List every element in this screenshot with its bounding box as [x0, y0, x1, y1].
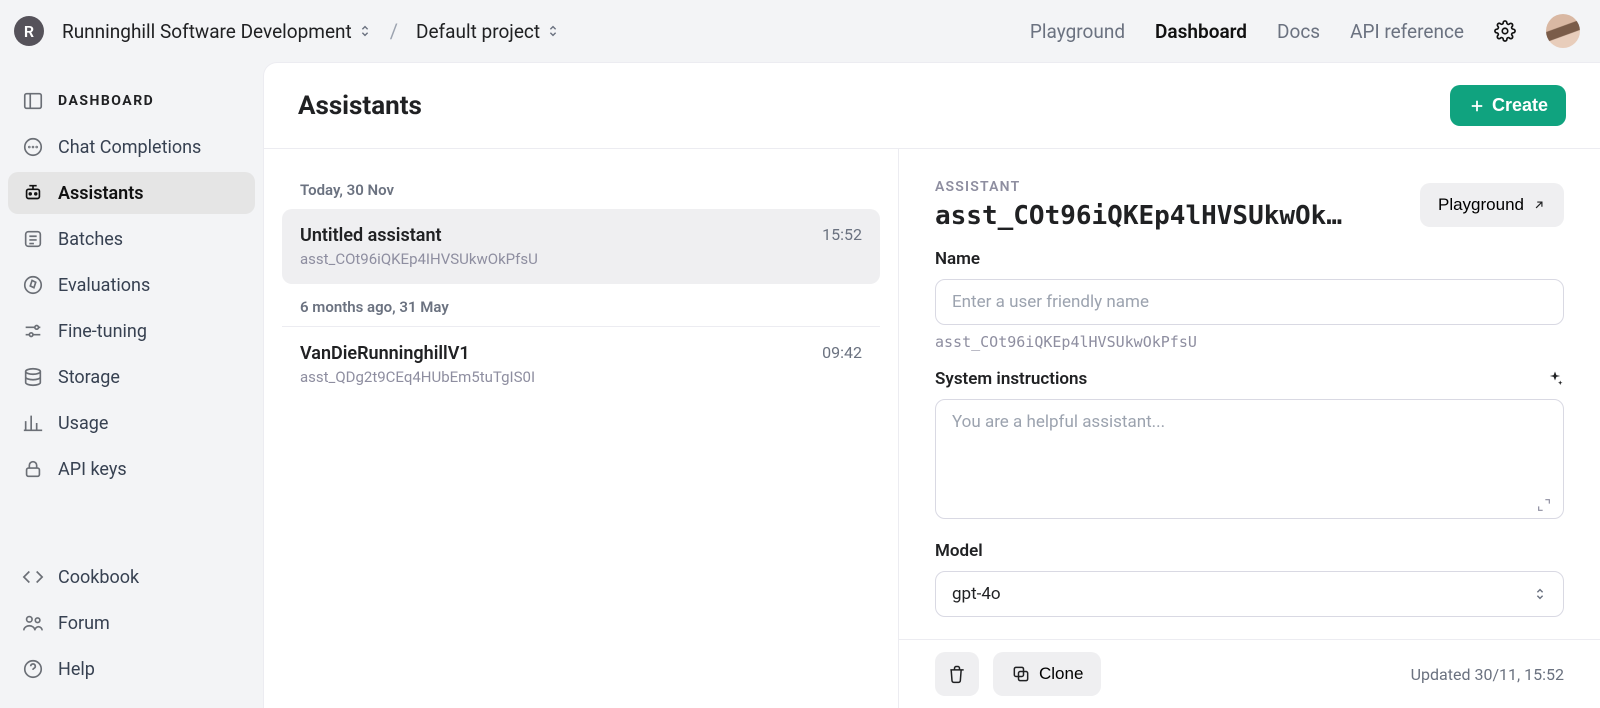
- chevron-up-down-icon: [1533, 587, 1547, 601]
- lock-icon: [22, 458, 44, 480]
- sidebar-item-label: Forum: [58, 613, 110, 634]
- org-avatar[interactable]: R: [14, 16, 44, 46]
- breadcrumb-org[interactable]: Runninghill Software Development: [54, 16, 380, 47]
- sidebar-item-label: Evaluations: [58, 275, 150, 296]
- list-group-label: 6 months ago, 31 May: [282, 284, 880, 326]
- trash-icon: [947, 664, 967, 684]
- name-hint: asst_COt96iQKEp4lHVSUkwOkPfsU: [935, 333, 1564, 351]
- topnav: Playground Dashboard Docs API reference: [1030, 14, 1580, 48]
- assistant-name: VanDieRunninghillV1: [300, 343, 535, 364]
- name-label: Name: [935, 249, 1564, 269]
- database-icon: [22, 366, 44, 388]
- assistant-time: 09:42: [822, 343, 862, 362]
- sidebar-item-label: Assistants: [58, 183, 144, 204]
- sidebar-item-label: Chat Completions: [58, 137, 201, 158]
- assistant-id: asst_COt96iQKEp4IHVSUkwOkPfsU: [300, 250, 538, 268]
- assistant-detail: ASSISTANT asst_COt96iQKEp4lHVSUkwOk… Pla…: [899, 149, 1600, 708]
- sidebar-item-label: API keys: [58, 459, 127, 480]
- panel-icon: [22, 90, 44, 112]
- help-icon: [22, 658, 44, 680]
- open-playground-label: Playground: [1438, 195, 1524, 215]
- sidebar-item-fine-tuning[interactable]: Fine-tuning: [8, 310, 255, 352]
- detail-assistant-id: asst_COt96iQKEp4lHVSUkwOk…: [935, 201, 1342, 231]
- sidebar-item-label: Cookbook: [58, 567, 139, 588]
- sidebar-header-label: DASHBOARD: [58, 93, 154, 109]
- sidebar-item-batches[interactable]: Batches: [8, 218, 255, 260]
- system-instructions-label: System instructions: [935, 369, 1564, 389]
- create-button[interactable]: Create: [1450, 85, 1566, 126]
- nav-api-reference[interactable]: API reference: [1350, 20, 1464, 43]
- sliders-icon: [22, 320, 44, 342]
- sidebar-header[interactable]: DASHBOARD: [8, 80, 255, 122]
- list-icon: [22, 228, 44, 250]
- updated-timestamp: Updated 30/11, 15:52: [1411, 665, 1564, 684]
- sidebar-item-help[interactable]: Help: [8, 648, 255, 690]
- name-input[interactable]: [935, 279, 1564, 325]
- sidebar-item-label: Help: [58, 659, 95, 680]
- delete-button[interactable]: [935, 652, 979, 696]
- users-icon: [22, 612, 44, 634]
- gear-icon[interactable]: [1494, 20, 1516, 42]
- sidebar-item-label: Usage: [58, 413, 108, 434]
- sidebar-item-forum[interactable]: Forum: [8, 602, 255, 644]
- assistant-time: 15:52: [822, 225, 862, 244]
- sidebar-item-label: Fine-tuning: [58, 321, 147, 342]
- model-select[interactable]: gpt-4o: [935, 571, 1564, 617]
- breadcrumb-org-label: Runninghill Software Development: [62, 20, 352, 43]
- model-select-value: gpt-4o: [952, 584, 1001, 604]
- main-header: Assistants Create: [264, 63, 1600, 149]
- assistant-list: Today, 30 Nov Untitled assistant asst_CO…: [264, 149, 899, 708]
- sidebar-item-label: Storage: [58, 367, 120, 388]
- main-panel: Assistants Create Today, 30 Nov Untitled…: [263, 62, 1600, 708]
- clone-button-label: Clone: [1039, 664, 1083, 684]
- system-instructions-input[interactable]: [935, 399, 1564, 519]
- assistant-row[interactable]: Untitled assistant asst_COt96iQKEp4IHVSU…: [282, 209, 880, 284]
- compass-icon: [22, 274, 44, 296]
- breadcrumb-project-label: Default project: [416, 20, 540, 43]
- list-group-label: Today, 30 Nov: [282, 167, 880, 209]
- sidebar-item-label: Batches: [58, 229, 123, 250]
- breadcrumb-project[interactable]: Default project: [408, 16, 568, 47]
- sidebar-item-chat-completions[interactable]: Chat Completions: [8, 126, 255, 168]
- profile-avatar[interactable]: [1546, 14, 1580, 48]
- nav-docs[interactable]: Docs: [1277, 20, 1320, 43]
- sidebar-item-api-keys[interactable]: API keys: [8, 448, 255, 490]
- nav-dashboard[interactable]: Dashboard: [1155, 20, 1247, 43]
- sidebar-item-storage[interactable]: Storage: [8, 356, 255, 398]
- clone-button[interactable]: Clone: [993, 652, 1101, 696]
- robot-icon: [22, 182, 44, 204]
- assistant-name: Untitled assistant: [300, 225, 538, 246]
- model-label: Model: [935, 541, 1564, 561]
- page-title: Assistants: [298, 91, 422, 121]
- chat-icon: [22, 136, 44, 158]
- topbar: R Runninghill Software Development / Def…: [0, 0, 1600, 62]
- sidebar-item-evaluations[interactable]: Evaluations: [8, 264, 255, 306]
- breadcrumb-separator: /: [388, 19, 400, 43]
- sidebar-item-usage[interactable]: Usage: [8, 402, 255, 444]
- create-button-label: Create: [1492, 95, 1548, 116]
- sidebar: DASHBOARD Chat Completions Assistants Ba…: [0, 62, 263, 708]
- chevron-up-down-icon: [546, 24, 560, 38]
- copy-icon: [1011, 664, 1031, 684]
- expand-icon[interactable]: [1536, 497, 1552, 513]
- sidebar-item-cookbook[interactable]: Cookbook: [8, 556, 255, 598]
- breadcrumb: Runninghill Software Development / Defau…: [54, 16, 568, 47]
- detail-eyebrow: ASSISTANT: [935, 179, 1342, 195]
- code-icon: [22, 566, 44, 588]
- detail-footer: Clone Updated 30/11, 15:52: [899, 639, 1600, 708]
- open-playground-button[interactable]: Playground: [1420, 183, 1564, 227]
- external-link-icon: [1532, 198, 1546, 212]
- bar-chart-icon: [22, 412, 44, 434]
- nav-playground[interactable]: Playground: [1030, 20, 1125, 43]
- assistant-id: asst_QDg2t9CEq4HUbEm5tuTgIS0I: [300, 368, 535, 386]
- sparkle-icon[interactable]: [1546, 370, 1564, 388]
- assistant-row[interactable]: VanDieRunninghillV1 asst_QDg2t9CEq4HUbEm…: [282, 327, 880, 402]
- chevron-up-down-icon: [358, 24, 372, 38]
- sidebar-item-assistants[interactable]: Assistants: [8, 172, 255, 214]
- plus-icon: [1468, 97, 1486, 115]
